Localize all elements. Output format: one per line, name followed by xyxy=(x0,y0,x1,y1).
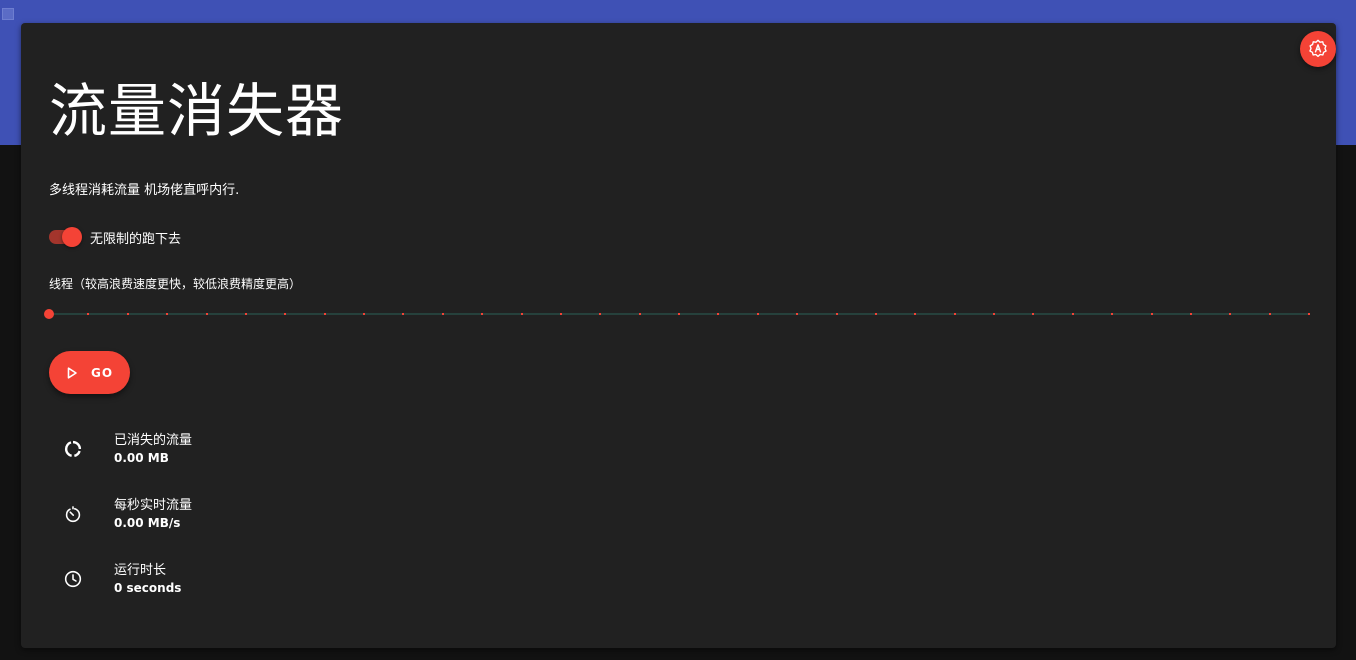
stat-value: 0.00 MB xyxy=(114,451,169,465)
main-card: 流量消失器 多线程消耗流量 机场佬直呼内行. 无限制的跑下去 线程（较高浪费速度… xyxy=(21,23,1336,648)
slider-tick xyxy=(521,313,523,315)
slider-thumb[interactable] xyxy=(44,309,54,319)
stat-value: 0.00 MB/s xyxy=(114,516,181,530)
slider-tick xyxy=(245,313,247,315)
slider-tick xyxy=(1269,313,1271,315)
slider-tick xyxy=(639,313,641,315)
thread-slider[interactable] xyxy=(44,307,1310,321)
slider-tick xyxy=(599,313,601,315)
slider-tick xyxy=(914,313,916,315)
go-button-label: GO xyxy=(91,365,114,380)
slider-tick xyxy=(1111,313,1113,315)
slider-tick xyxy=(993,313,995,315)
stat-label: 运行时长 xyxy=(114,563,167,578)
slider-tick xyxy=(1190,313,1192,315)
unlimited-switch-label: 无限制的跑下去 xyxy=(90,231,182,247)
switch-thumb[interactable] xyxy=(62,227,82,247)
slider-tick xyxy=(1308,313,1310,315)
play-icon xyxy=(65,366,79,380)
slider-tick xyxy=(442,313,444,315)
slider-tick xyxy=(324,313,326,315)
slider-tick xyxy=(284,313,286,315)
stat-consumed-traffic: 已消失的流量 0.00 MB xyxy=(61,429,192,469)
unlimited-switch[interactable] xyxy=(49,227,82,247)
go-button[interactable]: GO xyxy=(49,351,130,394)
stat-label: 已消失的流量 xyxy=(114,433,193,448)
slider-tick xyxy=(206,313,208,315)
page-title: 流量消失器 xyxy=(49,77,345,145)
slider-tick xyxy=(481,313,483,315)
translate-a-icon xyxy=(1309,39,1327,58)
slider-tick xyxy=(757,313,759,315)
stat-realtime-speed: 每秒实时流量 0.00 MB/s xyxy=(61,494,192,534)
progress-ring-icon xyxy=(61,437,85,461)
slider-tick xyxy=(1032,313,1034,315)
slider-tick xyxy=(875,313,877,315)
slider-tick xyxy=(363,313,365,315)
slider-tick xyxy=(166,313,168,315)
slider-tick xyxy=(954,313,956,315)
timer-icon xyxy=(61,502,85,526)
slider-tick xyxy=(1229,313,1231,315)
slider-tick xyxy=(717,313,719,315)
slider-tick xyxy=(402,313,404,315)
translate-button[interactable] xyxy=(1300,31,1336,67)
page-subtitle: 多线程消耗流量 机场佬直呼内行. xyxy=(49,183,240,198)
slider-tick xyxy=(1151,313,1153,315)
stat-value: 0 seconds xyxy=(114,581,182,595)
slider-tick xyxy=(87,313,89,315)
unlimited-switch-row: 无限制的跑下去 xyxy=(49,227,181,247)
stat-run-duration: 运行时长 0 seconds xyxy=(61,559,181,599)
slider-tick xyxy=(678,313,680,315)
slider-tick xyxy=(560,313,562,315)
slider-tick xyxy=(127,313,129,315)
thread-slider-label: 线程（较高浪费速度更快，较低浪费精度更高） xyxy=(49,277,302,291)
stat-label: 每秒实时流量 xyxy=(114,498,193,513)
slider-tick xyxy=(796,313,798,315)
slider-tick xyxy=(1072,313,1074,315)
clock-icon xyxy=(61,567,85,591)
slider-tick xyxy=(836,313,838,315)
corner-marker xyxy=(2,8,14,20)
